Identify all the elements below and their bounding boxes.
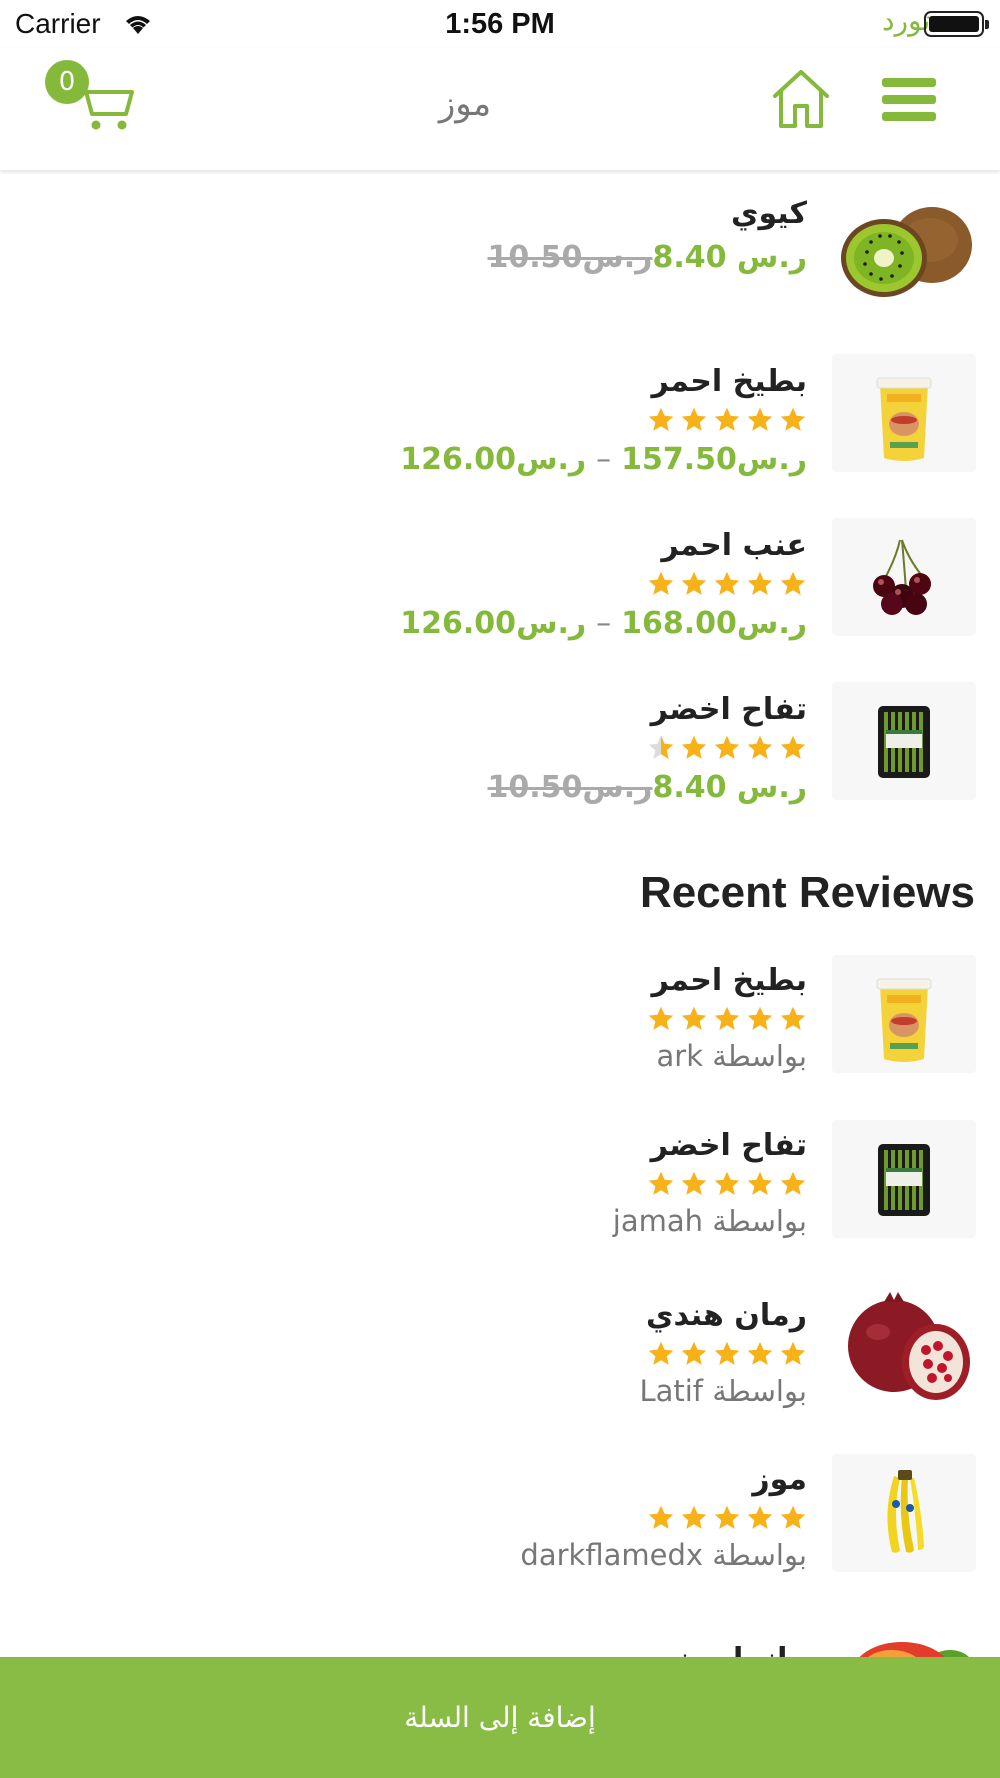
star-icon	[681, 1006, 707, 1030]
star-rating	[400, 406, 807, 436]
home-icon[interactable]	[771, 68, 831, 130]
product-name[interactable]: تفاح اخضر	[479, 692, 807, 728]
add-to-cart-button[interactable]: إضافة إلى السلة	[0, 1657, 1000, 1778]
star-icon	[747, 1171, 773, 1195]
star-icon	[681, 1505, 707, 1529]
asparagus-image	[832, 682, 976, 800]
asparagus-image	[832, 1120, 976, 1238]
star-rating	[479, 734, 807, 764]
review-product-name[interactable]: بطيخ احمر	[642, 963, 807, 999]
star-icon	[714, 735, 740, 759]
product-name[interactable]: كيوي	[479, 196, 807, 232]
banana-image	[832, 1454, 976, 1572]
star-icon	[681, 1171, 707, 1195]
star-icon	[681, 735, 707, 759]
star-icon	[648, 1171, 674, 1195]
review-author: بواسطة Latif	[639, 1374, 807, 1408]
star-icon	[747, 571, 773, 595]
price-max: ر.س157.50	[621, 442, 807, 477]
product-name[interactable]: عنب احمر	[400, 528, 807, 564]
buttermilk-image	[832, 955, 976, 1073]
star-icon	[747, 407, 773, 431]
star-icon	[780, 1505, 806, 1529]
add-to-cart-bar: إضافة إلى السلة	[0, 1657, 1000, 1778]
nav-bar: 0 موز	[0, 48, 1000, 170]
star-rating	[639, 1340, 807, 1370]
star-icon	[648, 1006, 674, 1030]
menu-icon[interactable]	[882, 78, 936, 122]
star-icon	[780, 1341, 806, 1365]
star-icon	[648, 735, 674, 759]
star-icon	[648, 571, 674, 595]
star-icon	[648, 1341, 674, 1365]
battery-icon	[924, 11, 989, 37]
star-rating	[400, 570, 807, 600]
kiwi-image	[832, 190, 976, 314]
star-icon	[780, 735, 806, 759]
pomegranate-image	[832, 1284, 976, 1408]
review-product-name[interactable]: موز	[520, 1462, 807, 1498]
star-rating	[642, 1005, 807, 1035]
star-icon	[780, 571, 806, 595]
star-icon	[648, 407, 674, 431]
star-icon	[747, 1006, 773, 1030]
star-icon	[714, 1505, 740, 1529]
buttermilk-image	[832, 354, 976, 472]
review-author: بواسطة darkflamedx	[520, 1538, 807, 1572]
brand-logo: تورد	[882, 4, 931, 37]
star-icon	[780, 1006, 806, 1030]
star-icon	[714, 1006, 740, 1030]
product-old-price: ر.س10.50	[487, 240, 653, 275]
product-price: ر.س 8.40	[652, 770, 807, 805]
star-icon	[681, 571, 707, 595]
product-price: ر.س 8.40	[652, 240, 807, 275]
status-bar: Carrier 1:56 PM تورد	[0, 0, 1000, 48]
star-icon	[714, 1341, 740, 1365]
recent-reviews-heading: Recent Reviews	[639, 868, 975, 917]
clock: 1:56 PM	[445, 8, 555, 40]
price-min: ر.س126.00	[400, 442, 587, 477]
star-icon	[714, 1171, 740, 1195]
price-min: ر.س126.00	[400, 606, 587, 641]
star-icon	[681, 1341, 707, 1365]
star-icon	[714, 407, 740, 431]
star-icon	[648, 1505, 674, 1529]
price-max: ر.س168.00	[621, 606, 807, 641]
review-product-name[interactable]: تفاح اخضر	[613, 1128, 807, 1164]
star-icon	[780, 407, 806, 431]
product-name[interactable]: بطيخ احمر	[400, 364, 807, 400]
cart-count-badge[interactable]: 0	[45, 60, 89, 104]
review-author: بواسطة jamah	[612, 1204, 807, 1238]
star-rating	[520, 1504, 807, 1534]
star-icon	[714, 571, 740, 595]
star-icon	[747, 735, 773, 759]
review-product-name[interactable]: رمان هندي	[639, 1298, 807, 1334]
review-author: بواسطة ark	[656, 1039, 807, 1073]
star-rating	[613, 1170, 807, 1200]
star-icon	[681, 407, 707, 431]
star-icon	[747, 1341, 773, 1365]
product-old-price: ر.س10.50	[487, 770, 653, 805]
star-icon	[747, 1505, 773, 1529]
cherries-image	[832, 518, 976, 636]
star-icon	[780, 1171, 806, 1195]
